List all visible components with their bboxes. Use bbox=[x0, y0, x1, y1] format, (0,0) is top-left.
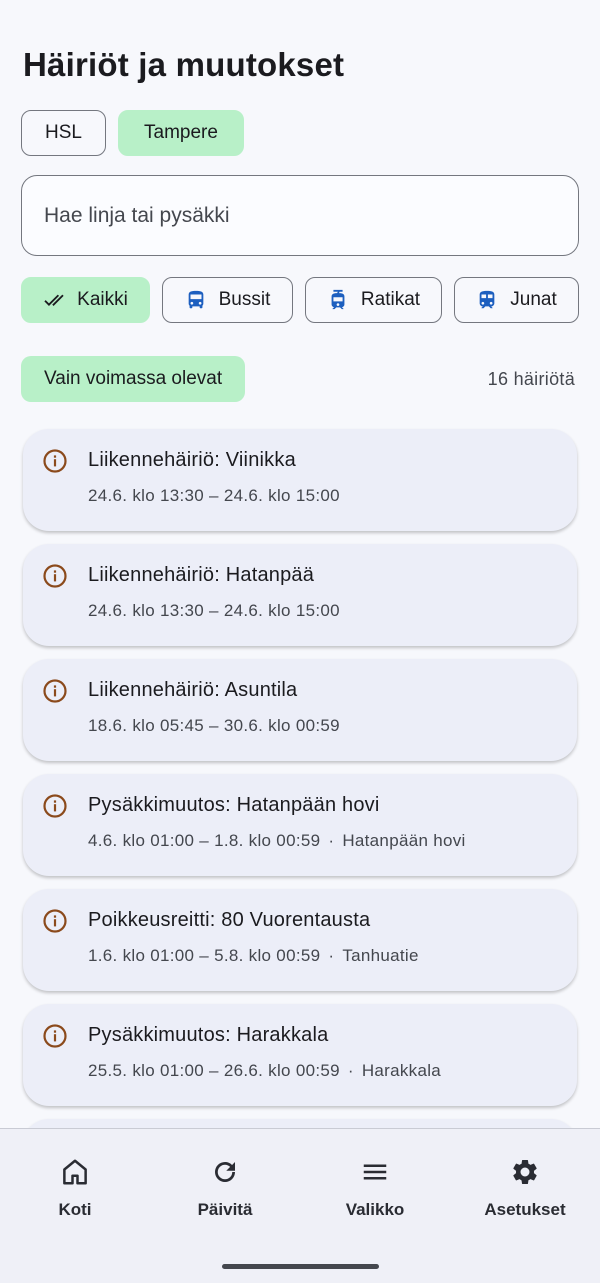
bus-icon bbox=[188, 290, 203, 309]
nav-label: Asetukset bbox=[484, 1200, 566, 1219]
system-gesture-area bbox=[0, 1246, 600, 1283]
disruption-meta: 4.6. klo 01:00 – 1.8. klo 00:59 · Hatanpää… bbox=[88, 831, 466, 851]
info-icon bbox=[43, 794, 67, 818]
info-icon bbox=[43, 909, 67, 933]
region-chip-hsl[interactable]: HSL bbox=[21, 110, 106, 156]
disruption-location: Tanhuatie bbox=[342, 946, 419, 965]
gesture-handle[interactable] bbox=[222, 1264, 379, 1269]
disruption-time: 24.6. klo 13:30 – 24.6. klo 15:00 bbox=[88, 486, 340, 505]
active-only-chip[interactable]: Vain voimassa olevat bbox=[21, 356, 246, 402]
disruption-count: 16 häiriötä bbox=[487, 368, 575, 389]
page-title: Häiriöt ja muutokset bbox=[23, 46, 345, 83]
type-chip-tram[interactable]: Ratikat bbox=[305, 277, 442, 323]
region-chip-label: HSL bbox=[45, 122, 82, 143]
disruption-time: 24.6. klo 13:30 – 24.6. klo 15:00 bbox=[88, 601, 340, 620]
nav-label: Valikko bbox=[345, 1200, 405, 1219]
search-field[interactable] bbox=[21, 175, 579, 256]
type-chip-label: Ratikat bbox=[360, 289, 421, 310]
bottom-navigation: Koti Päivitä Valikko Asetukset bbox=[0, 1128, 600, 1246]
separator-dot: · bbox=[328, 831, 335, 850]
disruption-card[interactable]: Liikennehäiriö: Viinikka 24.6. klo 13:30 … bbox=[23, 429, 577, 531]
disruption-time: 1.6. klo 01:00 – 5.8. klo 00:59 bbox=[88, 946, 321, 965]
separator-dot: · bbox=[328, 946, 335, 965]
disruption-title: Liikennehäiriö: Hatanpää bbox=[88, 564, 315, 586]
type-chip-label: Junat bbox=[510, 289, 557, 310]
type-chip-all[interactable]: Kaikki bbox=[21, 277, 150, 323]
disruption-meta: 24.6. klo 13:30 – 24.6. klo 15:00 bbox=[88, 601, 340, 621]
type-chip-bus[interactable]: Bussit bbox=[162, 277, 293, 323]
nav-item-refresh[interactable]: Päivitä bbox=[150, 1129, 300, 1246]
type-chip-train[interactable]: Junat bbox=[454, 277, 579, 323]
separator-dot: · bbox=[347, 1061, 354, 1080]
disruption-card[interactable]: Liikennehäiriö: Hatanpää 24.6. klo 13:30 … bbox=[23, 544, 577, 646]
disruption-meta: 24.6. klo 13:30 – 24.6. klo 15:00 bbox=[88, 486, 340, 506]
disruption-card[interactable]: Pysäkkimuutos: Hatanpään hovi 4.6. klo 01… bbox=[23, 774, 577, 876]
disruption-location: Hatanpään hovi bbox=[342, 831, 466, 850]
search-input[interactable] bbox=[44, 203, 578, 228]
disruption-time: 25.5. klo 01:00 – 26.6. klo 00:59 bbox=[88, 1061, 340, 1080]
disruption-meta: 25.5. klo 01:00 – 26.6. klo 00:59 · Harakk… bbox=[88, 1061, 441, 1081]
transport-type-filter: Kaikki Bussit Ratikat Junat bbox=[21, 277, 579, 323]
disruption-list[interactable]: Liikennehäiriö: Viinikka 24.6. klo 13:30 … bbox=[23, 429, 577, 1234]
disruption-title: Pysäkkimuutos: Harakkala bbox=[88, 1024, 329, 1046]
home-icon bbox=[63, 1159, 87, 1185]
type-chip-label: Kaikki bbox=[77, 289, 128, 310]
disruption-title: Liikennehäiriö: Viinikka bbox=[88, 449, 296, 471]
region-selector: HSL Tampere bbox=[21, 110, 244, 156]
filter-row: Vain voimassa olevat 16 häiriötä bbox=[21, 356, 579, 402]
info-icon bbox=[43, 564, 67, 588]
disruption-time: 18.6. klo 05:45 – 30.6. klo 00:59 bbox=[88, 716, 340, 735]
double-check-icon bbox=[44, 294, 64, 306]
disruption-title: Liikennehäiriö: Asuntila bbox=[88, 679, 298, 701]
refresh-icon bbox=[215, 1162, 235, 1182]
nav-item-home[interactable]: Koti bbox=[0, 1129, 150, 1246]
disruption-card[interactable]: Liikennehäiriö: Asuntila 18.6. klo 05:45 … bbox=[23, 659, 577, 761]
disruption-meta: 18.6. klo 05:45 – 30.6. klo 00:59 bbox=[88, 716, 340, 736]
nav-label: Koti bbox=[58, 1200, 92, 1219]
type-chip-label: Bussit bbox=[218, 289, 271, 310]
nav-item-settings[interactable]: Asetukset bbox=[450, 1129, 600, 1246]
train-icon bbox=[479, 290, 495, 309]
nav-label: Päivitä bbox=[197, 1200, 253, 1219]
disruption-meta: 1.6. klo 01:00 – 5.8. klo 00:59 · Tanhuati… bbox=[88, 946, 419, 966]
disruption-card[interactable]: Poikkeusreitti: 80 Vuorentausta 1.6. klo … bbox=[23, 889, 577, 991]
menu-icon bbox=[363, 1164, 387, 1180]
disruption-location: Harakkala bbox=[361, 1061, 442, 1080]
disruption-time: 4.6. klo 01:00 – 1.8. klo 00:59 bbox=[88, 831, 321, 850]
nav-item-menu[interactable]: Valikko bbox=[300, 1129, 450, 1246]
region-chip-tampere[interactable]: Tampere bbox=[118, 110, 244, 156]
disruption-title: Poikkeusreitti: 80 Vuorentausta bbox=[88, 909, 371, 931]
info-icon bbox=[43, 1024, 67, 1048]
info-icon bbox=[43, 449, 67, 473]
region-chip-label: Tampere bbox=[144, 122, 218, 143]
info-icon bbox=[43, 679, 67, 703]
gear-icon bbox=[513, 1160, 537, 1184]
disruption-card[interactable]: Pysäkkimuutos: Harakkala 25.5. klo 01:00 … bbox=[23, 1004, 577, 1106]
disruption-title: Pysäkkimuutos: Hatanpään hovi bbox=[88, 794, 380, 816]
tram-icon bbox=[331, 289, 345, 310]
